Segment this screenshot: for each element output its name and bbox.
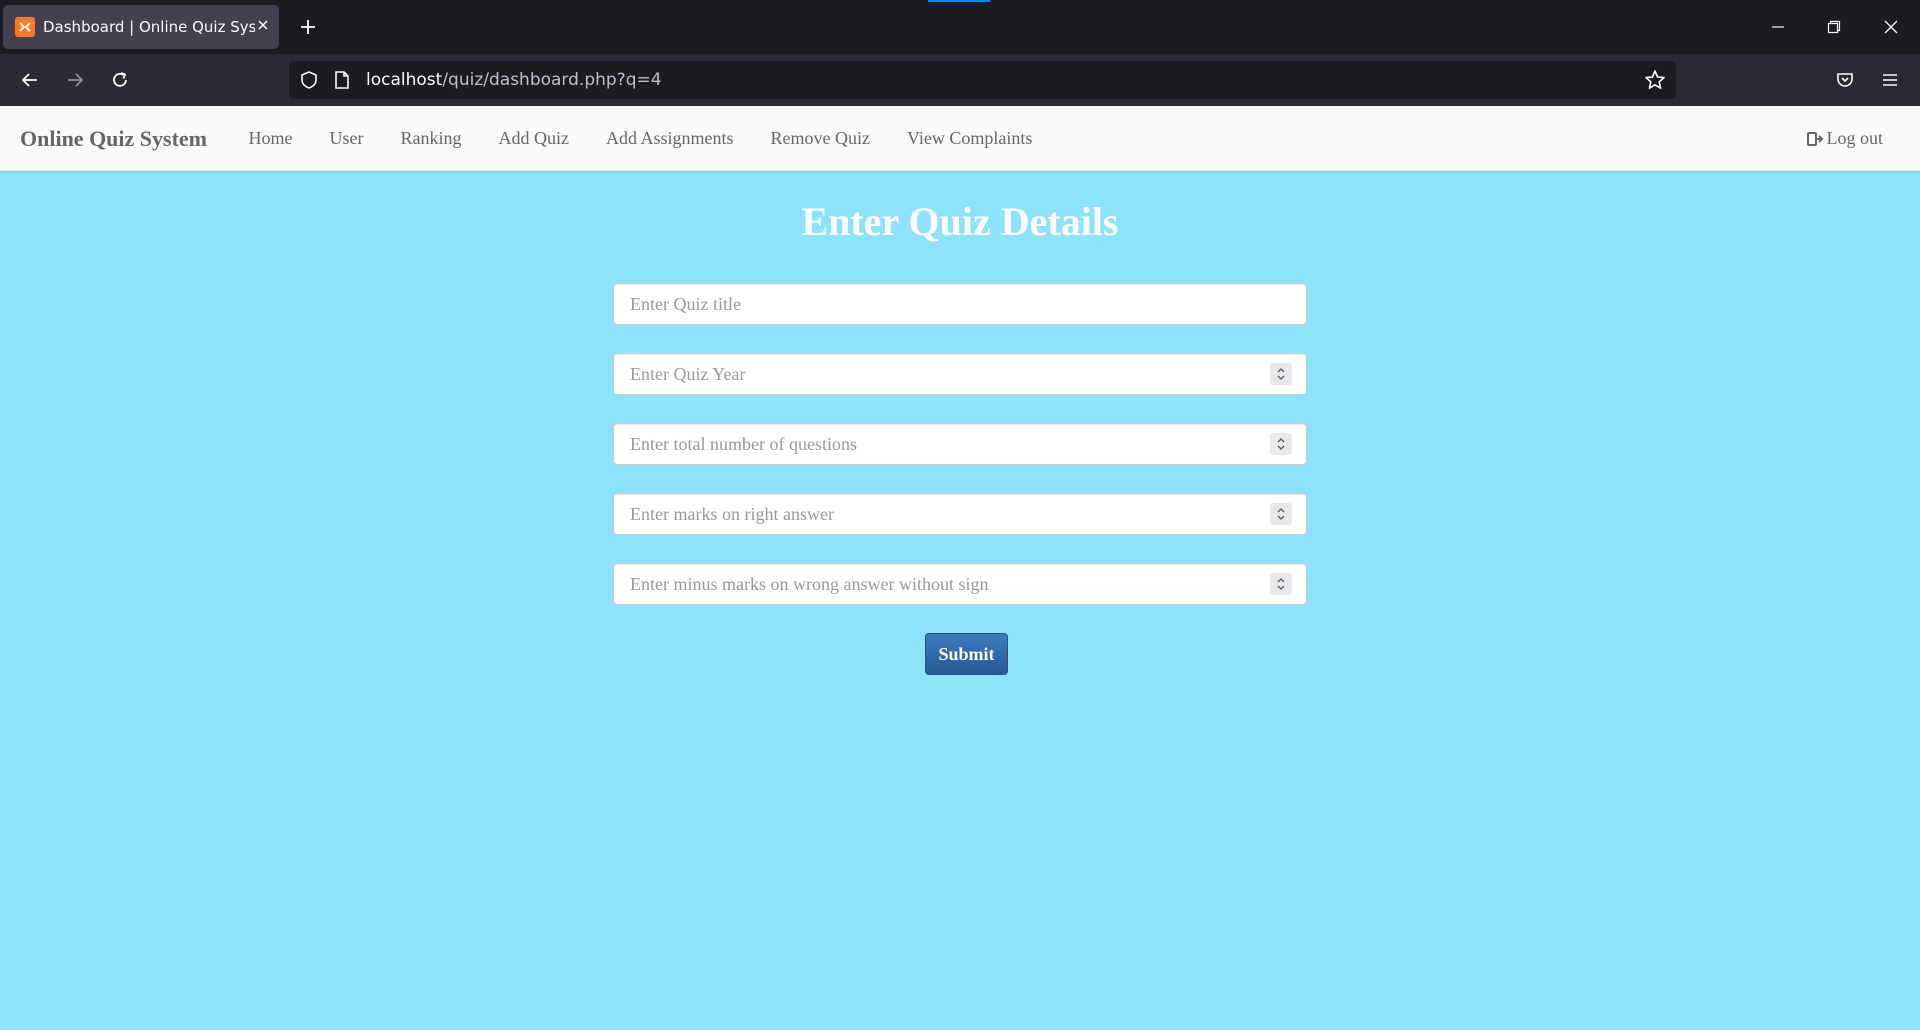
shield-icon[interactable] [299, 70, 319, 95]
nav-link-user[interactable]: User [311, 128, 382, 149]
tab-title: Dashboard | Online Quiz System [43, 18, 255, 36]
site-brand[interactable]: Online Quiz System [20, 106, 207, 171]
logout-label: Log out [1826, 128, 1884, 148]
url-bar[interactable]: localhost/quiz/dashboard.php?q=4 [289, 61, 1676, 99]
arrow-right-icon[interactable] [59, 64, 91, 96]
site-nav-links: Home User Ranking Add Quiz Add Assignmen… [230, 106, 1051, 171]
url-path: /quiz/dashboard.php?q=4 [442, 70, 662, 90]
nav-link-add-quiz[interactable]: Add Quiz [480, 128, 588, 149]
number-spinner-icon[interactable] [1270, 573, 1292, 595]
quiz-year-field [613, 353, 1307, 395]
nav-link-home[interactable]: Home [230, 128, 311, 149]
plus-icon[interactable] [292, 11, 324, 43]
wrong-answer-marks-input[interactable] [614, 564, 1306, 604]
url-text[interactable]: localhost/quiz/dashboard.php?q=4 [366, 61, 662, 99]
arrow-left-icon[interactable] [14, 64, 46, 96]
xampp-icon [15, 17, 35, 37]
restore-icon[interactable] [1818, 11, 1850, 43]
pocket-icon[interactable] [1829, 64, 1861, 96]
number-spinner-icon[interactable] [1270, 503, 1292, 525]
number-spinner-icon[interactable] [1270, 433, 1292, 455]
tab-accent-line [928, 0, 990, 2]
browser-tab-active[interactable]: Dashboard | Online Quiz System [3, 5, 279, 49]
right-answer-marks-input[interactable] [614, 494, 1306, 534]
reload-icon[interactable] [104, 64, 136, 96]
hamburger-menu-icon[interactable] [1874, 64, 1906, 96]
total-questions-field [613, 423, 1307, 465]
site-navbar: Online Quiz System Home User Ranking Add… [0, 106, 1920, 171]
nav-link-view-complaints[interactable]: View Complaints [889, 128, 1051, 149]
quiz-title-input[interactable] [614, 284, 1306, 324]
url-host: localhost [366, 70, 443, 90]
page-icon[interactable] [333, 70, 351, 95]
total-questions-input[interactable] [614, 424, 1306, 464]
nav-link-add-assignments[interactable]: Add Assignments [588, 128, 753, 149]
right-answer-marks-field [613, 493, 1307, 535]
close-icon[interactable] [255, 18, 271, 36]
window-close-icon[interactable] [1875, 11, 1907, 43]
quiz-year-input[interactable] [614, 354, 1306, 394]
logout-link[interactable]: Log out [1806, 106, 1884, 171]
submit-button[interactable]: Submit [925, 633, 1008, 675]
browser-tab-bar: Dashboard | Online Quiz System [0, 0, 1920, 54]
nav-link-ranking[interactable]: Ranking [382, 128, 480, 149]
star-icon[interactable] [1644, 69, 1666, 96]
log-out-icon [1806, 131, 1823, 146]
quiz-title-field [613, 283, 1307, 325]
minimize-icon[interactable] [1762, 11, 1794, 43]
nav-link-remove-quiz[interactable]: Remove Quiz [752, 128, 888, 149]
number-spinner-icon[interactable] [1270, 363, 1292, 385]
wrong-answer-marks-field [613, 563, 1307, 605]
page-title: Enter Quiz Details [801, 199, 1119, 244]
